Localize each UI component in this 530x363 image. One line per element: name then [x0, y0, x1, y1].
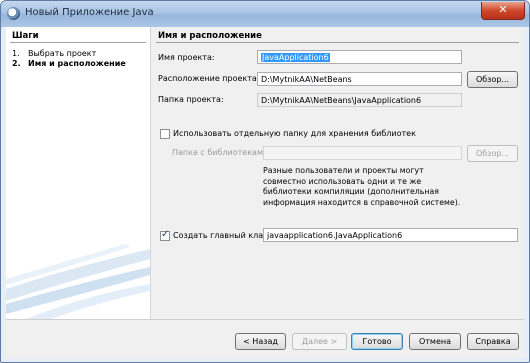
back-button[interactable]: < Назад: [235, 333, 286, 350]
step-item-select-project: 1. Выбрать проект: [12, 49, 96, 58]
project-name-field[interactable]: JavaApplication6: [257, 50, 462, 64]
panel-divider: [156, 42, 519, 43]
project-location-field[interactable]: D:\MytnikAA\NetBeans: [257, 72, 462, 86]
main-class-field[interactable]: javaapplication6.JavaApplication6: [263, 228, 518, 242]
project-folder-label: Папка проекта:: [158, 95, 224, 104]
dialog-client-area: Шаги 1. Выбрать проект 2. Имя и расположен…: [6, 27, 524, 358]
project-name-label: Имя проекта:: [158, 53, 215, 62]
panel-title: Имя и расположение: [158, 31, 262, 41]
step-number: 1.: [12, 49, 20, 58]
browse-location-button[interactable]: Обзор...: [467, 71, 518, 88]
steps-panel: Шаги 1. Выбрать проект 2. Имя и расположен…: [6, 27, 151, 319]
step-number: 2.: [12, 59, 21, 68]
lib-folder-field[interactable]: [263, 146, 462, 160]
project-name-value: JavaApplication6: [261, 53, 330, 62]
project-location-label: Расположение проекта:: [158, 74, 260, 83]
window-title: Новый Приложение Java: [25, 7, 154, 18]
step-label: Выбрать проект: [28, 49, 97, 58]
close-button[interactable]: ✕: [481, 2, 525, 20]
lib-folder-label: Папка с библиотеками:: [172, 148, 271, 157]
lib-folder-note: Разные пользователи и проекты могут совм…: [263, 166, 461, 207]
title-bar[interactable]: Новый Приложение Java ✕: [1, 1, 529, 27]
app-icon: [7, 7, 20, 20]
use-lib-folder-label: Использовать отдельную папку для хранени…: [173, 129, 416, 138]
browse-lib-folder-button[interactable]: Обзор...: [467, 145, 518, 162]
cancel-button[interactable]: Отмена: [409, 333, 461, 350]
dialog-footer: < Назад Далее > Готово Отмена Справка: [6, 319, 524, 358]
steps-header: Шаги: [12, 31, 39, 41]
step-item-name-location: 2. Имя и расположение: [12, 59, 126, 68]
project-folder-field[interactable]: D:\MytnikAA\NetBeans\JavaApplication6: [257, 93, 462, 107]
help-button[interactable]: Справка: [467, 333, 519, 350]
use-lib-folder-checkbox[interactable]: [160, 129, 170, 139]
create-main-class-checkbox[interactable]: [160, 229, 170, 241]
steps-divider: [10, 42, 146, 43]
next-button[interactable]: Далее >: [292, 333, 347, 350]
decorative-swoosh-graphic: [6, 244, 150, 319]
finish-button[interactable]: Готово: [351, 333, 403, 350]
new-java-application-dialog: Новый Приложение Java ✕ Шаги 1. Выбрать п…: [0, 0, 530, 363]
main-panel: Имя и расположение Имя проекта: JavaAppl…: [151, 27, 524, 319]
create-main-class-label: Создать главный класс: [173, 231, 272, 240]
step-label: Имя и расположение: [28, 59, 126, 68]
